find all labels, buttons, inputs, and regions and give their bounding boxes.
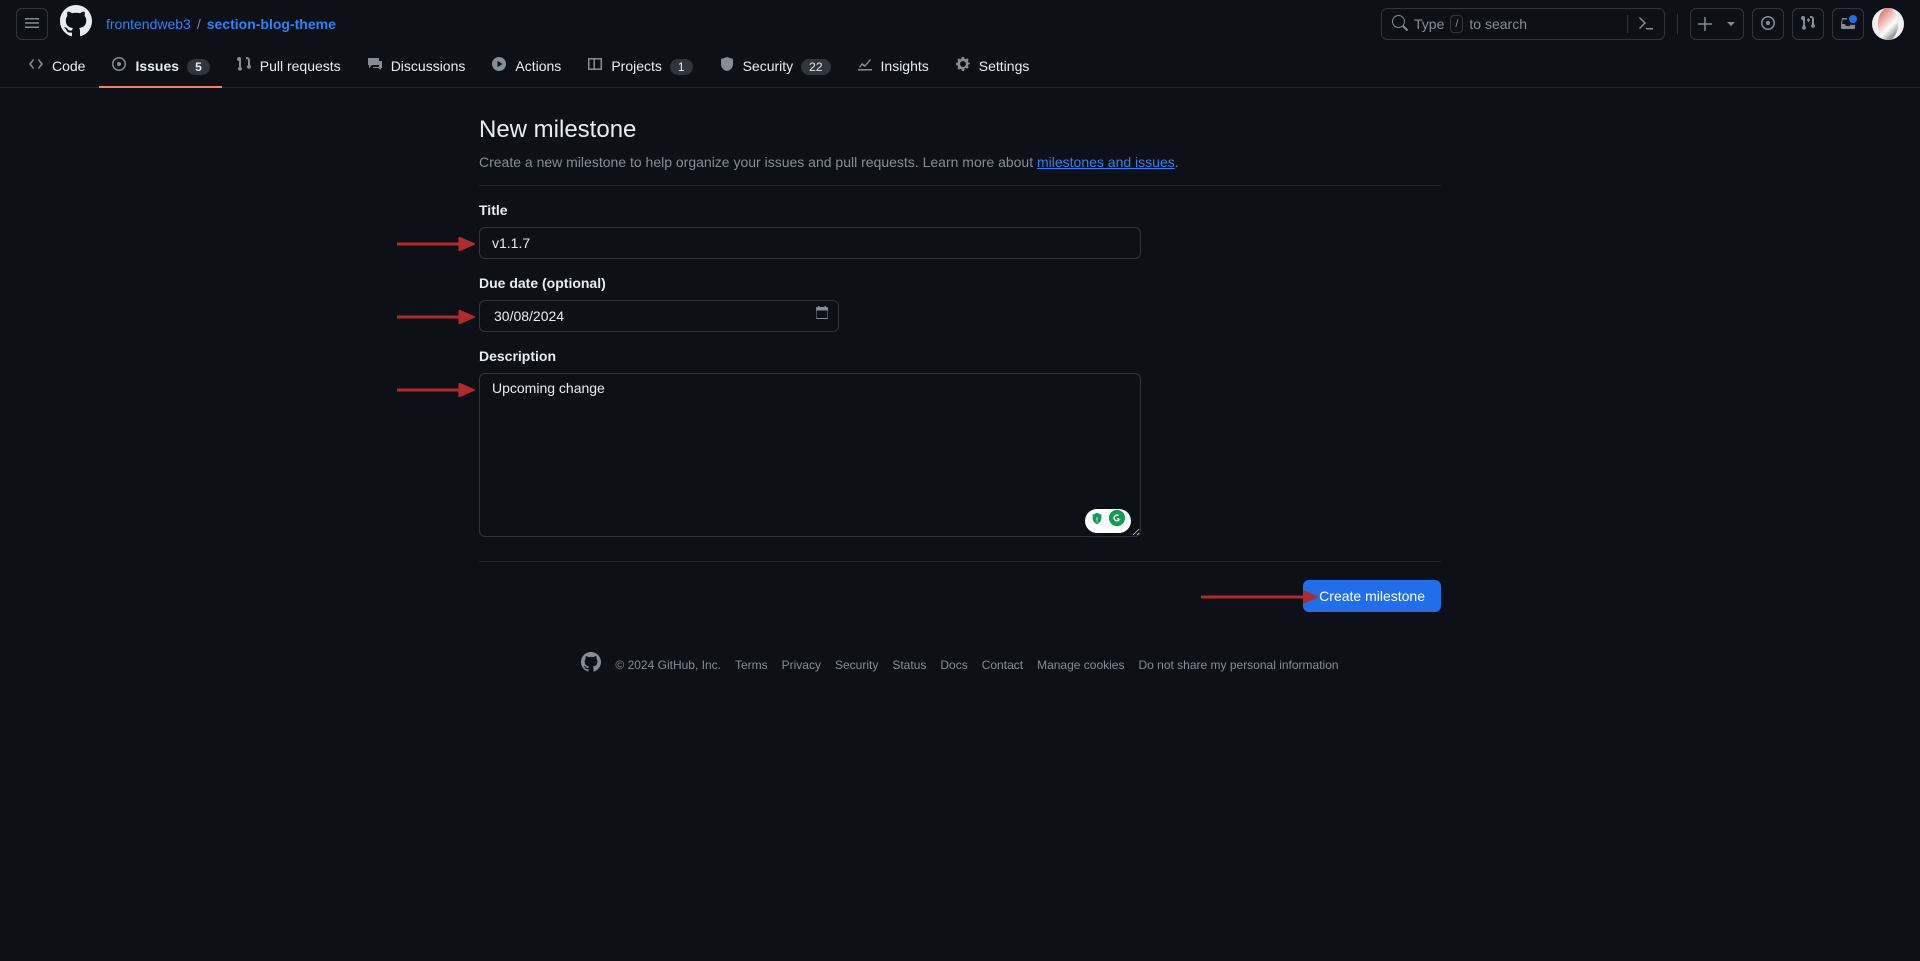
divider	[479, 561, 1441, 562]
page-description: Create a new milestone to help organize …	[479, 152, 1441, 186]
global-header: frontendweb3 / section-blog-theme Type /…	[0, 0, 1920, 48]
footer-link-security[interactable]: Security	[835, 656, 878, 674]
footer-link-cookies[interactable]: Manage cookies	[1037, 656, 1124, 674]
annotation-arrow-desc	[397, 382, 475, 396]
form-actions: Create milestone	[479, 580, 1441, 612]
command-palette-icon	[1638, 15, 1654, 34]
avatar-image	[1878, 8, 1898, 40]
table-icon	[587, 56, 603, 78]
breadcrumb-sep: /	[195, 14, 203, 35]
annotation-arrow-submit	[1201, 589, 1319, 603]
annotation-arrow-title	[397, 236, 475, 250]
github-mark-icon	[581, 652, 601, 677]
github-mark-icon	[60, 5, 92, 43]
footer-link-dns[interactable]: Do not share my personal information	[1138, 656, 1338, 674]
grammarly-logo-icon	[1108, 509, 1126, 533]
tab-settings[interactable]: Settings	[943, 48, 1042, 88]
tab-discussions[interactable]: Discussions	[355, 48, 478, 88]
title-label: Title	[479, 200, 1441, 221]
hamburger-button[interactable]	[16, 8, 48, 40]
inbox-icon	[1840, 15, 1856, 34]
breadcrumb: frontendweb3 / section-blog-theme	[106, 14, 336, 35]
footer-link-privacy[interactable]: Privacy	[782, 656, 821, 674]
github-logo[interactable]	[60, 5, 92, 43]
main-content: New milestone Create a new milestone to …	[463, 88, 1457, 717]
graph-icon	[857, 56, 873, 78]
plus-icon	[1691, 9, 1719, 39]
caret-down-icon	[1719, 9, 1743, 39]
grammarly-shield-icon	[1090, 511, 1104, 532]
due-date-input-wrap[interactable]	[479, 300, 839, 332]
play-icon	[491, 56, 507, 78]
security-count-badge: 22	[801, 59, 830, 75]
description-label: Description	[479, 346, 1441, 367]
issue-opened-icon	[1760, 15, 1776, 34]
search-placeholder: Type / to search	[1414, 15, 1617, 33]
tab-insights[interactable]: Insights	[845, 48, 941, 88]
tab-issues[interactable]: Issues 5	[99, 48, 221, 88]
grammarly-widget[interactable]	[1085, 509, 1131, 533]
projects-count-badge: 1	[670, 59, 693, 75]
gear-icon	[955, 56, 971, 78]
tab-actions[interactable]: Actions	[479, 48, 573, 88]
code-icon	[28, 56, 44, 78]
footer-link-status[interactable]: Status	[892, 656, 926, 674]
issues-count-badge: 5	[187, 59, 210, 75]
tab-projects[interactable]: Projects 1	[575, 48, 704, 88]
shield-icon	[719, 56, 735, 78]
tab-pulls[interactable]: Pull requests	[224, 48, 353, 88]
notifications-button[interactable]	[1832, 8, 1864, 40]
search-icon	[1392, 15, 1408, 34]
milestones-help-link[interactable]: milestones and issues	[1037, 154, 1175, 170]
tab-code[interactable]: Code	[16, 48, 97, 88]
create-menu[interactable]	[1690, 8, 1744, 40]
site-footer: © 2024 GitHub, Inc. Terms Privacy Securi…	[479, 652, 1441, 677]
calendar-icon	[814, 305, 830, 327]
global-search[interactable]: Type / to search	[1381, 8, 1665, 40]
description-textarea[interactable]	[479, 373, 1141, 537]
repo-nav: Code Issues 5 Pull requests Discussions …	[0, 48, 1920, 88]
kbd-slash: /	[1450, 15, 1463, 33]
annotation-arrow-due	[397, 309, 475, 323]
footer-copyright: © 2024 GitHub, Inc.	[615, 656, 721, 674]
due-date-input[interactable]	[492, 307, 814, 325]
git-pull-request-icon	[1800, 15, 1816, 34]
issue-opened-icon	[111, 56, 127, 78]
hamburger-icon	[24, 15, 40, 34]
tab-security[interactable]: Security 22	[707, 48, 843, 88]
due-date-label: Due date (optional)	[479, 273, 1441, 294]
footer-link-docs[interactable]: Docs	[940, 656, 967, 674]
title-input[interactable]	[479, 227, 1141, 259]
discussion-icon	[367, 56, 383, 78]
issues-tray-button[interactable]	[1752, 8, 1784, 40]
user-avatar[interactable]	[1872, 8, 1904, 40]
pulls-tray-button[interactable]	[1792, 8, 1824, 40]
git-pull-request-icon	[236, 56, 252, 78]
footer-link-contact[interactable]: Contact	[982, 656, 1023, 674]
create-milestone-button[interactable]: Create milestone	[1303, 580, 1441, 612]
breadcrumb-repo[interactable]: section-blog-theme	[207, 14, 336, 35]
page-title: New milestone	[479, 112, 1441, 148]
breadcrumb-owner[interactable]: frontendweb3	[106, 14, 191, 35]
footer-link-terms[interactable]: Terms	[735, 656, 768, 674]
